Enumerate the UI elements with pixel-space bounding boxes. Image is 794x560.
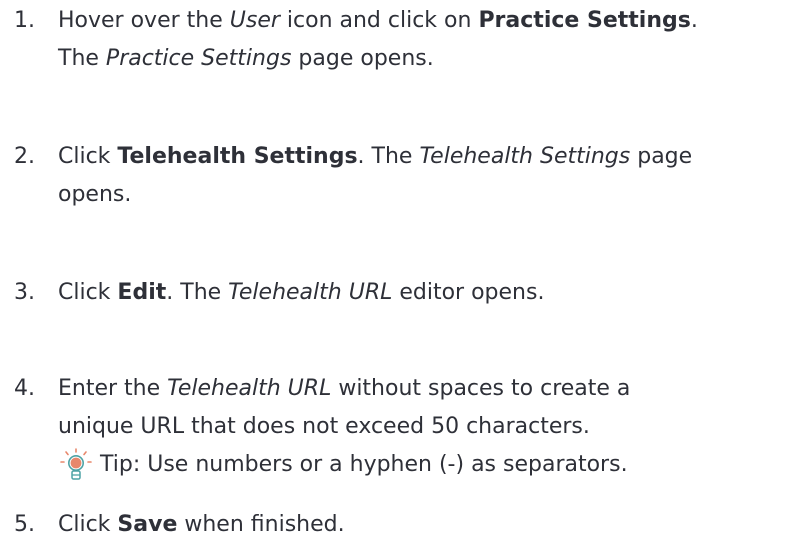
step-text: Click bbox=[58, 280, 118, 305]
step-number: 2. bbox=[14, 144, 35, 169]
step-number: 5. bbox=[14, 512, 35, 537]
step-text: Click bbox=[58, 144, 118, 169]
step-number: 3. bbox=[14, 280, 35, 305]
step-line: Hover over the User icon and click on Pr… bbox=[58, 2, 794, 40]
lightbulb-icon bbox=[58, 447, 94, 483]
tip-text: Tip: Use numbers or a hyphen (-) as sepa… bbox=[100, 452, 628, 477]
step-bold: Practice Settings bbox=[478, 8, 691, 33]
step-line: Click Telehealth Settings. The Telehealt… bbox=[58, 138, 794, 176]
step-text: . bbox=[690, 8, 698, 33]
tip: Tip: Use numbers or a hyphen (-) as sepa… bbox=[58, 446, 794, 484]
step-text: page bbox=[630, 144, 693, 169]
step-emphasis: Telehealth URL bbox=[167, 376, 332, 401]
step-text: when finished. bbox=[177, 512, 345, 537]
step-emphasis: Practice Settings bbox=[105, 46, 292, 71]
step-line: unique URL that does not exceed 50 chara… bbox=[58, 414, 590, 439]
step-text: icon and click on bbox=[279, 8, 479, 33]
step-number: 1. bbox=[14, 8, 35, 33]
step-3: 3. Click Edit. The Telehealth URL editor… bbox=[0, 274, 794, 312]
step-line: opens. bbox=[58, 182, 132, 207]
step-text: . The bbox=[166, 280, 229, 305]
step-emphasis: Telehealth URL bbox=[228, 280, 393, 305]
step-text: . The bbox=[357, 144, 420, 169]
step-number: 4. bbox=[14, 376, 35, 401]
step-emphasis: User bbox=[229, 8, 280, 33]
step-text: page opens. bbox=[291, 46, 434, 71]
step-text: The bbox=[58, 46, 106, 71]
step-text: Click bbox=[58, 512, 118, 537]
step-2: 2. Click Telehealth Settings. The Telehe… bbox=[0, 138, 794, 214]
step-4: 4. Enter the Telehealth URL without spac… bbox=[0, 370, 794, 484]
step-line: The Practice Settings page opens. bbox=[58, 40, 794, 78]
step-1: 1. Hover over the User icon and click on… bbox=[0, 2, 794, 78]
step-bold: Edit bbox=[117, 280, 167, 305]
step-line: Click Save when finished. bbox=[58, 506, 794, 544]
step-bold: Telehealth Settings bbox=[117, 144, 358, 169]
step-text: editor opens. bbox=[392, 280, 545, 305]
step-bold: Save bbox=[117, 512, 178, 537]
step-text: Hover over the bbox=[58, 8, 230, 33]
step-line: Enter the Telehealth URL without spaces … bbox=[58, 370, 794, 408]
step-text: without spaces to create a bbox=[331, 376, 631, 401]
step-5: 5. Click Save when finished. bbox=[0, 506, 794, 544]
step-text: Enter the bbox=[58, 376, 168, 401]
step-emphasis: Telehealth Settings bbox=[419, 144, 631, 169]
step-line: Click Edit. The Telehealth URL editor op… bbox=[58, 274, 794, 312]
